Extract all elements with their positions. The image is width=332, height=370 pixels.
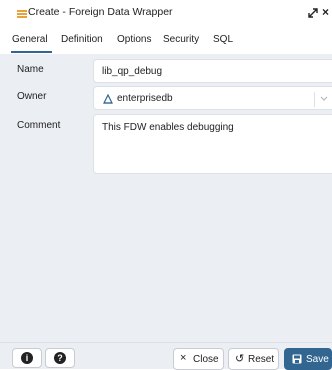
select-divider (314, 92, 315, 107)
comment-value: This FDW enables debugging (102, 122, 234, 133)
owner-select[interactable]: enterprisedb (93, 86, 332, 110)
user-icon (103, 94, 113, 104)
general-form: Name lib_qp_debug Owner enterprisedb Com… (0, 54, 332, 342)
close-x-icon: × (180, 352, 187, 364)
close-icon[interactable]: × (322, 6, 329, 18)
owner-value: enterprisedb (117, 93, 173, 104)
help-icon: ? (54, 352, 66, 364)
name-field[interactable]: lib_qp_debug (93, 59, 332, 83)
foreign-data-wrapper-icon (17, 10, 27, 18)
name-label: Name (17, 64, 44, 75)
owner-label: Owner (17, 91, 47, 102)
dialog-title-bar: Create - Foreign Data Wrapper × (0, 0, 332, 28)
expand-icon[interactable] (308, 8, 318, 18)
help-button[interactable]: ? (45, 348, 75, 368)
tab-options[interactable]: Options (117, 34, 151, 45)
dialog-footer: i ? × Close ↺ Reset Save (0, 342, 332, 370)
info-button[interactable]: i (12, 348, 42, 368)
tab-security[interactable]: Security (163, 34, 199, 45)
save-icon (292, 354, 302, 364)
save-button[interactable]: Save (284, 348, 332, 370)
chevron-down-icon[interactable] (320, 96, 328, 102)
close-button[interactable]: × Close (173, 348, 224, 370)
reset-icon: ↺ (235, 353, 245, 365)
reset-button[interactable]: ↺ Reset (228, 348, 279, 370)
tab-general[interactable]: General (11, 34, 52, 53)
tab-definition[interactable]: Definition (61, 34, 103, 45)
comment-label: Comment (17, 120, 61, 131)
tab-sql[interactable]: SQL (213, 34, 233, 45)
info-icon: i (21, 352, 33, 364)
tab-bar: General Definition Options Security SQL (0, 28, 332, 55)
comment-textarea[interactable]: This FDW enables debugging (93, 114, 332, 174)
name-value: lib_qp_debug (102, 66, 163, 77)
dialog-title: Create - Foreign Data Wrapper (28, 6, 173, 18)
